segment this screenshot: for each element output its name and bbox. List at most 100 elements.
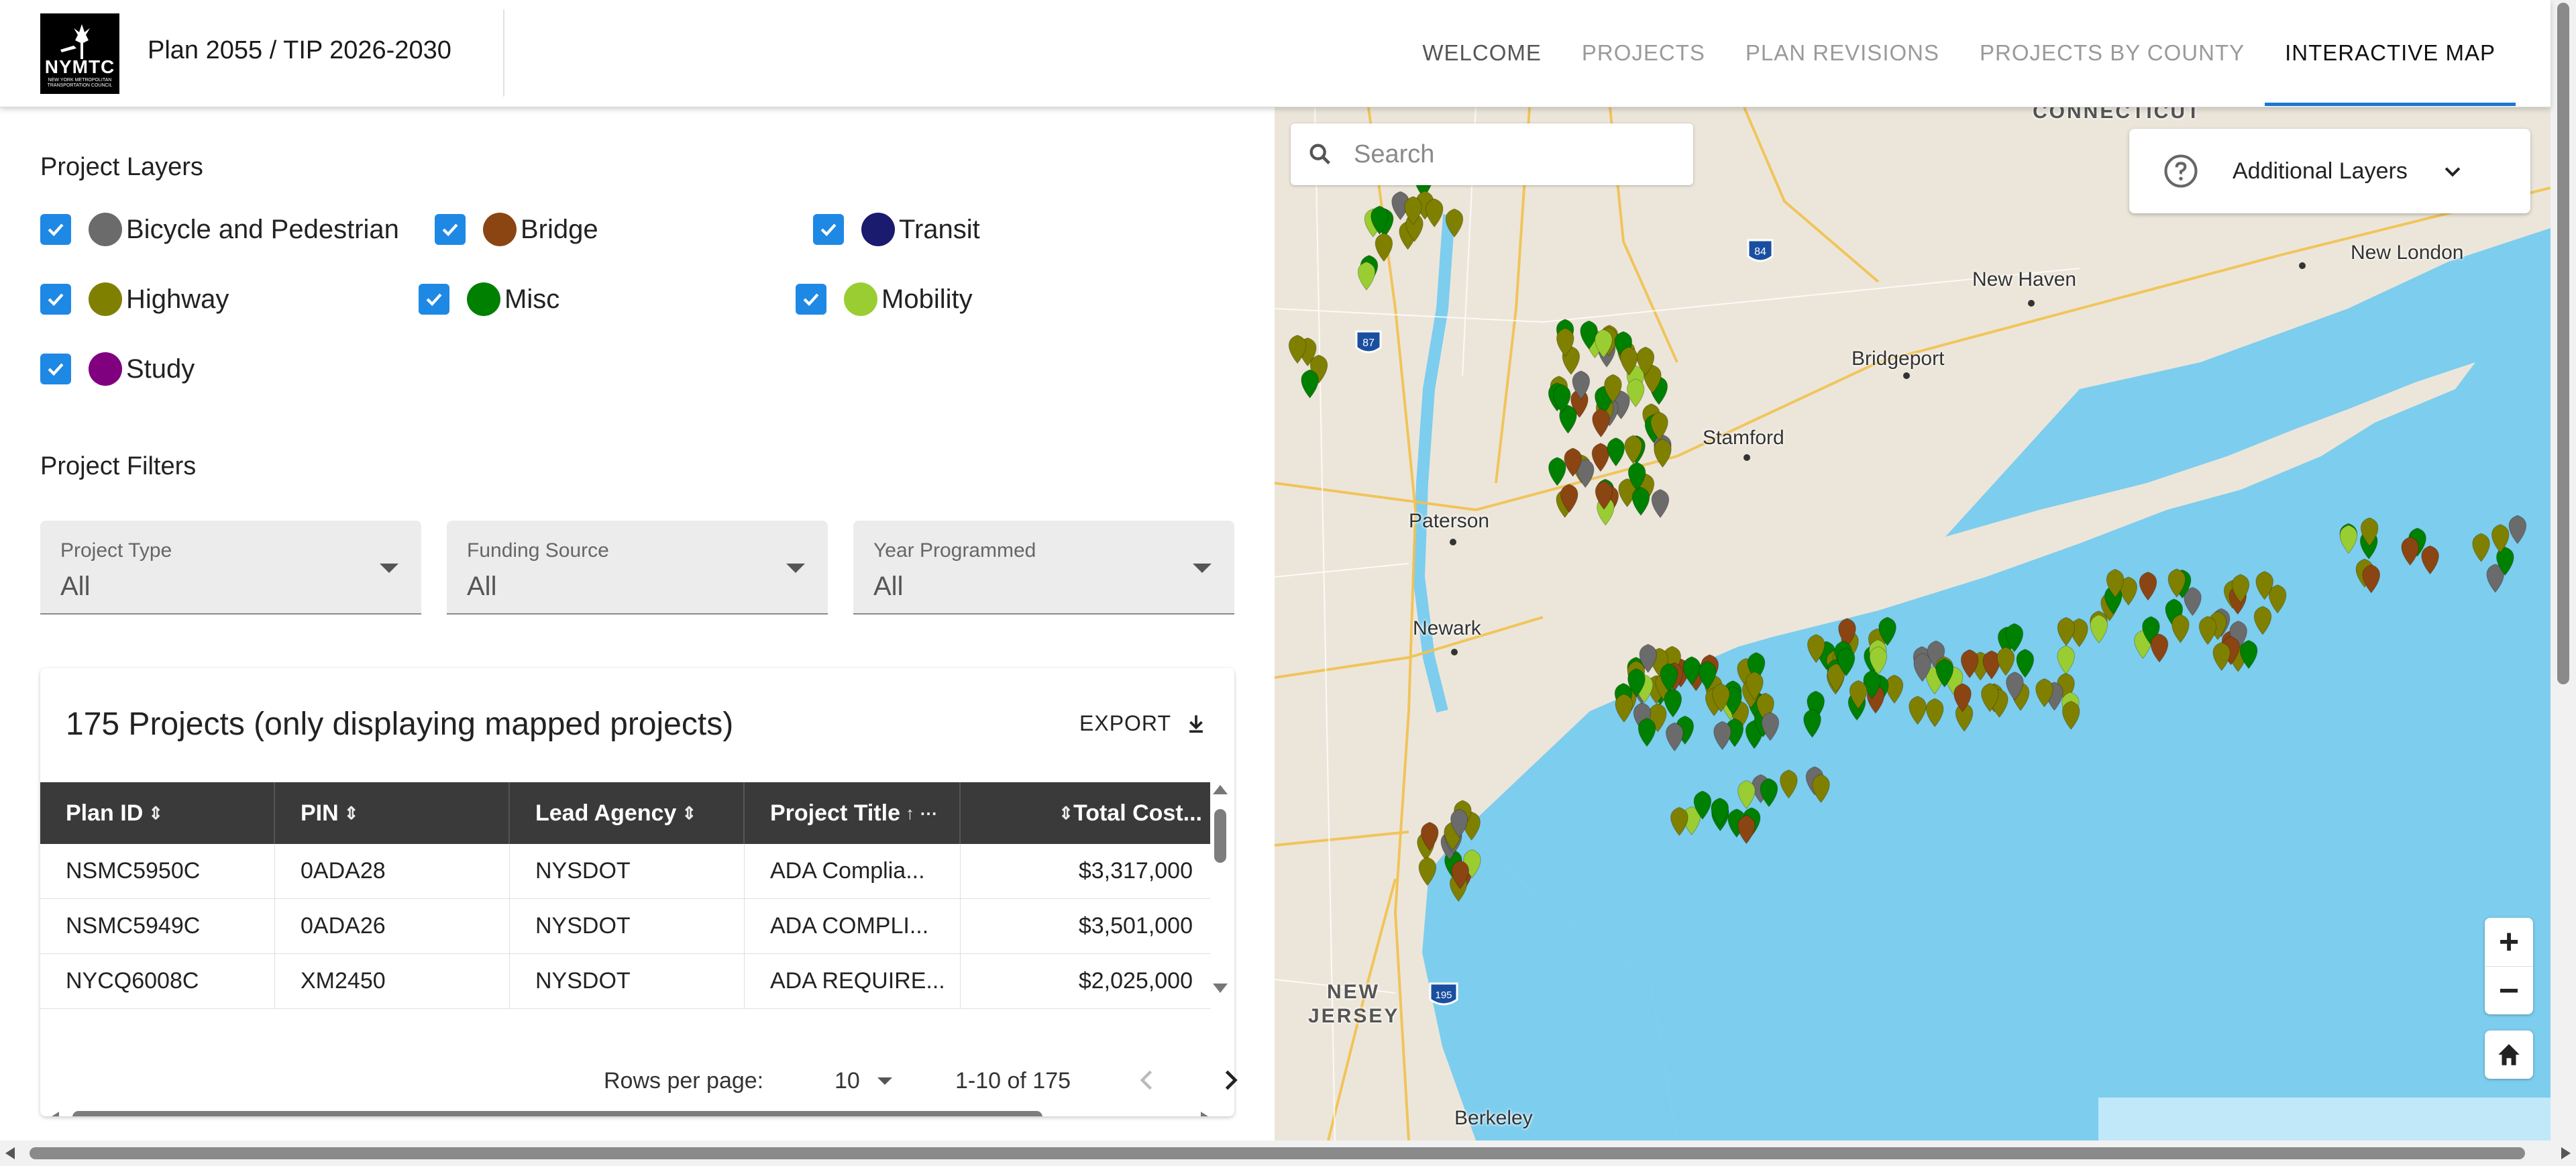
year-programmed-select[interactable]: Year Programmed All bbox=[853, 521, 1234, 615]
layer-bicycle-pedestrian[interactable]: Bicycle and Pedestrian bbox=[40, 209, 399, 250]
search-icon bbox=[1309, 144, 1330, 164]
dropdown-arrow-icon bbox=[786, 564, 805, 573]
rows-per-page-select[interactable]: 10 bbox=[835, 1068, 892, 1094]
cell-project-title: ADA COMPLI... bbox=[745, 899, 961, 953]
layer-study[interactable]: Study bbox=[40, 349, 195, 389]
filter-value: All bbox=[467, 572, 497, 601]
sort-ascending-icon[interactable]: ↑ bbox=[906, 803, 914, 824]
scroll-down-arrow-icon[interactable] bbox=[1213, 984, 1228, 993]
layer-checkbox[interactable] bbox=[40, 214, 71, 245]
filter-label: Year Programmed bbox=[873, 539, 1036, 562]
sort-icon[interactable]: ⇕ bbox=[344, 803, 359, 824]
layer-color-dot bbox=[89, 213, 122, 246]
table-row[interactable]: NSMC5950C 0ADA28 NYSDOT ADA Complia... $… bbox=[40, 844, 1210, 899]
statue-of-liberty-icon bbox=[60, 24, 90, 59]
column-menu-icon[interactable]: ⋯ bbox=[920, 803, 937, 824]
nymtc-logo[interactable]: NYMTC NEW YORK METROPOLITAN TRANSPORTATI… bbox=[40, 13, 119, 94]
map-label-new-haven: New Haven bbox=[1972, 268, 2077, 290]
project-layers-title: Project Layers bbox=[40, 153, 203, 181]
nav-tab-plan-revisions[interactable]: PLAN REVISIONS bbox=[1725, 0, 1960, 106]
previous-page-icon[interactable] bbox=[1132, 1065, 1162, 1095]
map-label-newark: Newark bbox=[1413, 617, 1481, 639]
layer-checkbox[interactable] bbox=[435, 214, 466, 245]
scroll-up-arrow-icon[interactable] bbox=[1213, 785, 1228, 794]
layer-misc[interactable]: Misc bbox=[419, 279, 559, 319]
scroll-left-arrow-icon[interactable] bbox=[5, 1147, 15, 1159]
nav-tab-projects-by-county[interactable]: PROJECTS BY COUNTY bbox=[1960, 0, 2265, 106]
table-header: Plan ID ⇕ PIN ⇕ Lead Agency ⇕ Project Title… bbox=[40, 782, 1210, 844]
project-filters-title: Project Filters bbox=[40, 452, 197, 480]
cell-lead-agency: NYSDOT bbox=[510, 899, 745, 953]
map-search-box[interactable] bbox=[1291, 123, 1693, 185]
layer-checkbox[interactable] bbox=[40, 354, 71, 384]
layer-highway[interactable]: Highway bbox=[40, 279, 229, 319]
layer-bridge[interactable]: Bridge bbox=[435, 209, 598, 250]
filter-label: Project Type bbox=[60, 539, 172, 562]
funding-source-select[interactable]: Funding Source All bbox=[447, 521, 828, 615]
scroll-left-arrow-icon[interactable] bbox=[50, 1112, 59, 1116]
map-label-bridgeport: Bridgeport bbox=[1851, 348, 1945, 370]
reset-view-button[interactable] bbox=[2485, 1030, 2533, 1079]
check-icon bbox=[442, 223, 458, 237]
layer-checkbox[interactable] bbox=[796, 284, 826, 315]
layer-mobility[interactable]: Mobility bbox=[796, 279, 973, 319]
layer-transit[interactable]: Transit bbox=[813, 209, 980, 250]
column-header-pin[interactable]: PIN ⇕ bbox=[275, 782, 510, 844]
nav-tab-projects[interactable]: PROJECTS bbox=[1562, 0, 1725, 106]
export-button[interactable]: EXPORT bbox=[1079, 711, 1208, 736]
cell-plan-id: NSMC5950C bbox=[40, 844, 275, 898]
table-vertical-scrollbar[interactable] bbox=[1212, 782, 1229, 996]
left-panel: Project Layers Bicycle and Pedestrian Br… bbox=[0, 107, 1275, 1141]
map-label-new: NEW bbox=[1327, 981, 1380, 1003]
zoom-control: + − bbox=[2485, 918, 2533, 1014]
column-header-total-cost[interactable]: ⇕ Total Cost... bbox=[961, 782, 1210, 844]
additional-layers-button[interactable]: Additional Layers bbox=[2129, 129, 2530, 213]
filter-value: All bbox=[60, 572, 91, 601]
scroll-thumb[interactable] bbox=[72, 1111, 1042, 1116]
sort-icon[interactable]: ⇕ bbox=[148, 803, 163, 824]
layer-color-dot bbox=[483, 213, 517, 246]
page-vertical-scrollbar[interactable] bbox=[2551, 0, 2576, 1141]
filter-value: All bbox=[873, 572, 904, 601]
sort-icon[interactable]: ⇕ bbox=[682, 803, 696, 824]
sort-icon[interactable]: ⇕ bbox=[1059, 803, 1073, 824]
cell-total-cost: $2,025,000 bbox=[1078, 968, 1193, 994]
layer-checkbox[interactable] bbox=[40, 284, 71, 315]
map-search-input[interactable] bbox=[1354, 140, 1676, 169]
next-page-icon[interactable] bbox=[1216, 1065, 1245, 1095]
layer-color-dot bbox=[467, 282, 500, 316]
table-row[interactable]: NSMC5949C 0ADA26 NYSDOT ADA COMPLI... $3… bbox=[40, 899, 1210, 954]
app-title: Plan 2055 / TIP 2026-2030 bbox=[148, 36, 451, 64]
scroll-right-arrow-icon[interactable] bbox=[1201, 1112, 1210, 1116]
svg-text:195: 195 bbox=[1435, 990, 1452, 1001]
check-icon bbox=[48, 293, 64, 307]
scroll-right-arrow-icon[interactable] bbox=[2561, 1147, 2571, 1159]
help-circle-icon bbox=[2164, 154, 2198, 188]
nav-tab-welcome[interactable]: WELCOME bbox=[1402, 0, 1562, 106]
nav-tab-interactive-map[interactable]: INTERACTIVE MAP bbox=[2265, 0, 2516, 106]
layer-checkbox[interactable] bbox=[419, 284, 449, 315]
layer-checkbox[interactable] bbox=[813, 214, 844, 245]
check-icon bbox=[803, 293, 819, 307]
zoom-in-button[interactable]: + bbox=[2485, 918, 2533, 966]
interactive-map[interactable]: 87 84 195 CONNECTICUT New Haven New Lond… bbox=[1275, 107, 2551, 1141]
map-label-berkeley: Berkeley bbox=[1454, 1107, 1533, 1129]
scroll-thumb[interactable] bbox=[30, 1147, 2525, 1159]
scroll-thumb[interactable] bbox=[2557, 3, 2569, 684]
export-label: EXPORT bbox=[1079, 711, 1171, 735]
table-row[interactable]: NYCQ6008C XM2450 NYSDOT ADA REQUIRE... $… bbox=[40, 954, 1210, 1009]
cell-project-title: ADA Complia... bbox=[745, 844, 961, 898]
layer-color-dot bbox=[861, 213, 895, 246]
column-header-plan-id[interactable]: Plan ID ⇕ bbox=[40, 782, 275, 844]
filter-label: Funding Source bbox=[467, 539, 609, 562]
column-header-lead-agency[interactable]: Lead Agency ⇕ bbox=[510, 782, 745, 844]
zoom-out-button[interactable]: − bbox=[2485, 966, 2533, 1014]
header-divider bbox=[503, 9, 504, 97]
page-horizontal-scrollbar[interactable] bbox=[0, 1141, 2576, 1166]
table-horizontal-scrollbar[interactable] bbox=[50, 1108, 1210, 1116]
highway-shield-87: 87 bbox=[1355, 330, 1382, 354]
scroll-thumb[interactable] bbox=[1214, 809, 1226, 863]
map-label-new-london: New London bbox=[2351, 242, 2464, 264]
project-type-select[interactable]: Project Type All bbox=[40, 521, 421, 615]
column-header-project-title[interactable]: Project Title ↑ ⋯ bbox=[745, 782, 961, 844]
